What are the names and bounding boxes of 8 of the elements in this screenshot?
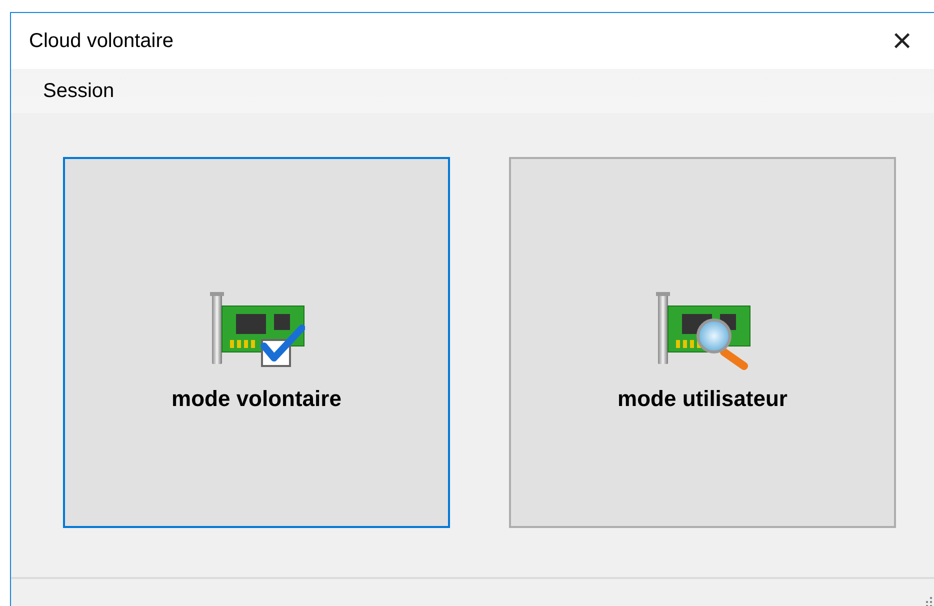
resize-grip-icon[interactable] <box>925 597 933 606</box>
network-card-check-icon <box>208 290 304 370</box>
network-card-magnifier-icon <box>654 290 750 370</box>
close-button[interactable]: × <box>877 24 927 58</box>
mode-button[interactable]: mode volontaire <box>63 157 450 528</box>
window-title: Cloud volontaire <box>29 29 174 54</box>
mode-button[interactable]: mode utilisateur <box>509 157 896 528</box>
menu-item[interactable]: Session <box>33 76 124 106</box>
